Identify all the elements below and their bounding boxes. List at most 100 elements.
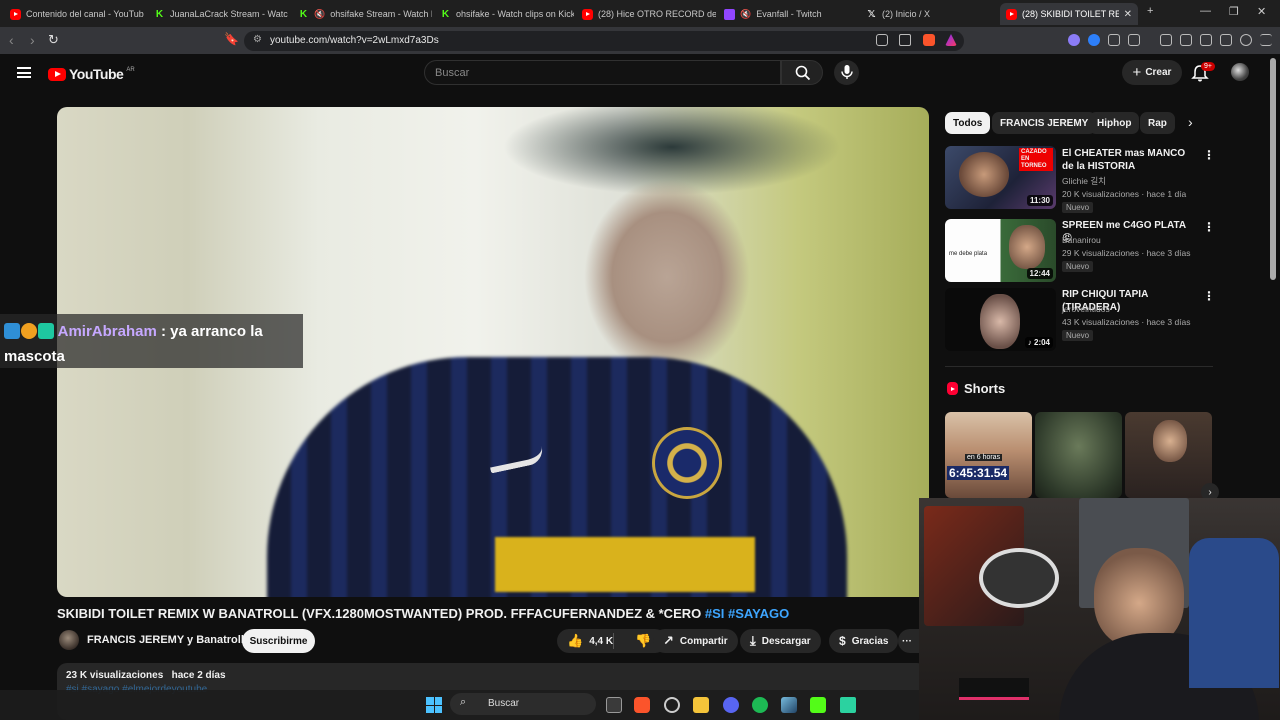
discord-icon[interactable] bbox=[723, 697, 739, 713]
recommendation-thumbnail[interactable]: me debe plata 12:44 bbox=[945, 219, 1056, 282]
notepad-icon[interactable] bbox=[840, 697, 856, 713]
recommendation-channel[interactable]: Glichie 길치 bbox=[1062, 175, 1106, 187]
share-icon: ↗ bbox=[663, 633, 674, 648]
search-button[interactable] bbox=[781, 60, 823, 85]
maximize-icon[interactable]: ❐ bbox=[1229, 5, 1239, 18]
reload-icon[interactable]: ↻ bbox=[48, 32, 59, 48]
more-options-icon[interactable]: ⋮ bbox=[1203, 148, 1215, 162]
new-tab-button[interactable]: + bbox=[1147, 5, 1153, 17]
short-thumbnail[interactable] bbox=[1035, 412, 1122, 498]
browser-tab-active[interactable]: (28) SKIBIDI TOILET REMIX ✕ bbox=[1000, 3, 1138, 25]
download-icon: ⤓ bbox=[750, 633, 756, 648]
chip-francis-jeremy[interactable]: FRANCIS JEREMY bbox=[992, 112, 1097, 134]
dislike-icon[interactable]: 👎 bbox=[635, 633, 651, 649]
chip-hiphop[interactable]: Hiphop bbox=[1089, 112, 1140, 134]
like-count[interactable]: 4,4 K bbox=[589, 636, 613, 647]
recommendation-channel[interactable]: jeroveintidos bbox=[1062, 304, 1110, 314]
tab-label: ohsifake Stream - Watch Li bbox=[330, 9, 432, 19]
kick-icon: K bbox=[441, 8, 450, 20]
chip-rap[interactable]: Rap bbox=[1140, 112, 1175, 134]
channel-name[interactable]: FRANCIS JEREMY y Banatroll bbox=[87, 634, 244, 646]
camera-icon[interactable] bbox=[1128, 34, 1140, 46]
browser-tab[interactable]: K JuanaLaCrack Stream - Watch bbox=[148, 3, 288, 25]
app-icon[interactable] bbox=[781, 697, 797, 713]
share-icon[interactable] bbox=[899, 34, 911, 46]
chat-badge-icon bbox=[4, 322, 20, 339]
close-tab-icon[interactable]: ✕ bbox=[1124, 9, 1132, 20]
like-dislike-group: 👍 4,4 K 👎 bbox=[557, 629, 667, 653]
thumbnail-face bbox=[1009, 225, 1045, 269]
hamburger-menu-icon[interactable] bbox=[17, 67, 31, 78]
more-actions-button[interactable]: ··· bbox=[898, 629, 919, 653]
recommendation-thumbnail[interactable]: ♪ 2:04 bbox=[945, 288, 1056, 351]
taskbar-search[interactable]: ⌕ Buscar bbox=[450, 693, 596, 715]
like-icon[interactable]: 👍 bbox=[567, 633, 583, 649]
short-thumbnail[interactable]: en 6 horas 6:45:31.54 bbox=[945, 412, 1032, 498]
subscribe-button[interactable]: Suscribirme bbox=[242, 629, 315, 653]
media-icon[interactable] bbox=[1160, 34, 1172, 46]
chair bbox=[1189, 538, 1279, 688]
account-avatar[interactable] bbox=[1231, 63, 1249, 81]
app-icon[interactable] bbox=[664, 697, 680, 713]
share-button[interactable]: ↗ Compartir bbox=[653, 629, 738, 653]
plus-icon: + bbox=[1132, 64, 1142, 81]
create-button[interactable]: + Crear bbox=[1122, 60, 1182, 85]
forward-icon[interactable]: › bbox=[30, 32, 35, 48]
more-options-icon[interactable]: ⋮ bbox=[1203, 220, 1215, 234]
youtube-logo[interactable]: YouTube AR bbox=[48, 66, 135, 82]
like-separator bbox=[613, 633, 614, 649]
url-field[interactable]: ⚙ youtube.com/watch?v=2wLmxd7a3Ds bbox=[244, 31, 964, 51]
windows-start-icon[interactable] bbox=[426, 697, 442, 713]
chevron-right-icon[interactable]: › bbox=[1188, 114, 1193, 130]
browser-tab[interactable]: 🔇 Evanfall - Twitch bbox=[718, 3, 858, 25]
extension-icon[interactable] bbox=[1088, 34, 1100, 46]
recommendation-thumbnail[interactable]: CAZADO EN TORNEO 11:30 bbox=[945, 146, 1056, 209]
browser-tab[interactable]: (28) Hice OTRO RECORD de GT bbox=[576, 3, 716, 25]
browser-tab[interactable]: 𝕏 (2) Inicio / X bbox=[860, 3, 996, 25]
browser-tab[interactable]: K 🔇 ohsifake Stream - Watch Li bbox=[292, 3, 432, 25]
screen-cast-icon[interactable] bbox=[876, 34, 888, 46]
extension-icon[interactable] bbox=[1068, 34, 1080, 46]
thanks-button[interactable]: $ Gracias bbox=[829, 629, 899, 653]
page-scrollbar[interactable] bbox=[1270, 58, 1276, 280]
leo-icon[interactable] bbox=[1220, 34, 1232, 46]
spotify-icon[interactable] bbox=[752, 697, 768, 713]
shorts-icon bbox=[947, 382, 958, 395]
minimize-icon[interactable]: — bbox=[1200, 5, 1211, 17]
recommendation-title[interactable]: El CHEATER mas MANCO de la HISTORIA bbox=[1062, 147, 1197, 173]
youtube-icon bbox=[1006, 8, 1017, 20]
close-window-icon[interactable]: ✕ bbox=[1257, 5, 1266, 18]
task-view-icon[interactable] bbox=[606, 697, 622, 713]
stream-chat-overlay: AmirAbraham : ya arranco la mascota bbox=[0, 314, 303, 368]
file-explorer-icon[interactable] bbox=[693, 697, 709, 713]
back-icon[interactable]: ‹ bbox=[9, 32, 14, 48]
bookmark-icon[interactable]: 🔖 bbox=[224, 32, 239, 46]
kick-icon[interactable] bbox=[810, 697, 826, 713]
search-input[interactable]: Buscar bbox=[424, 60, 781, 85]
browser-tab[interactable]: K ohsifake - Watch clips on Kick bbox=[434, 3, 574, 25]
menu-icon[interactable] bbox=[1260, 34, 1272, 46]
chip-todos[interactable]: Todos bbox=[945, 112, 991, 134]
vpn-icon[interactable] bbox=[1240, 34, 1252, 46]
sidebar-divider bbox=[945, 366, 1213, 367]
wallet-icon[interactable] bbox=[1200, 34, 1212, 46]
more-options-icon[interactable]: ⋮ bbox=[1203, 289, 1215, 303]
kick-icon: K bbox=[299, 8, 308, 20]
browser-tab[interactable]: Contenido del canal - YouTube bbox=[4, 3, 144, 25]
brave-shield-icon[interactable] bbox=[923, 34, 935, 46]
download-button[interactable]: ⤓ Descargar bbox=[740, 629, 821, 653]
notification-badge: 9+ bbox=[1201, 62, 1215, 71]
extensions-puzzle-icon[interactable] bbox=[1108, 34, 1120, 46]
short-thumbnail[interactable] bbox=[1125, 412, 1212, 498]
youtube-icon bbox=[10, 8, 21, 20]
brave-icon[interactable] bbox=[634, 697, 650, 713]
channel-avatar[interactable] bbox=[59, 630, 79, 650]
sidebar-icon[interactable] bbox=[1180, 34, 1192, 46]
url-text: youtube.com/watch?v=2wLmxd7a3Ds bbox=[270, 35, 439, 46]
recommendation-channel[interactable]: Bananirou bbox=[1062, 235, 1101, 245]
voice-search-button[interactable] bbox=[834, 60, 859, 85]
site-info-icon[interactable]: ⚙ bbox=[253, 34, 262, 45]
tab-label: JuanaLaCrack Stream - Watch bbox=[170, 9, 288, 19]
video-hashtags[interactable]: #SI #SAYAGO bbox=[705, 606, 789, 621]
video-duration: ♪ 2:04 bbox=[1024, 337, 1053, 348]
